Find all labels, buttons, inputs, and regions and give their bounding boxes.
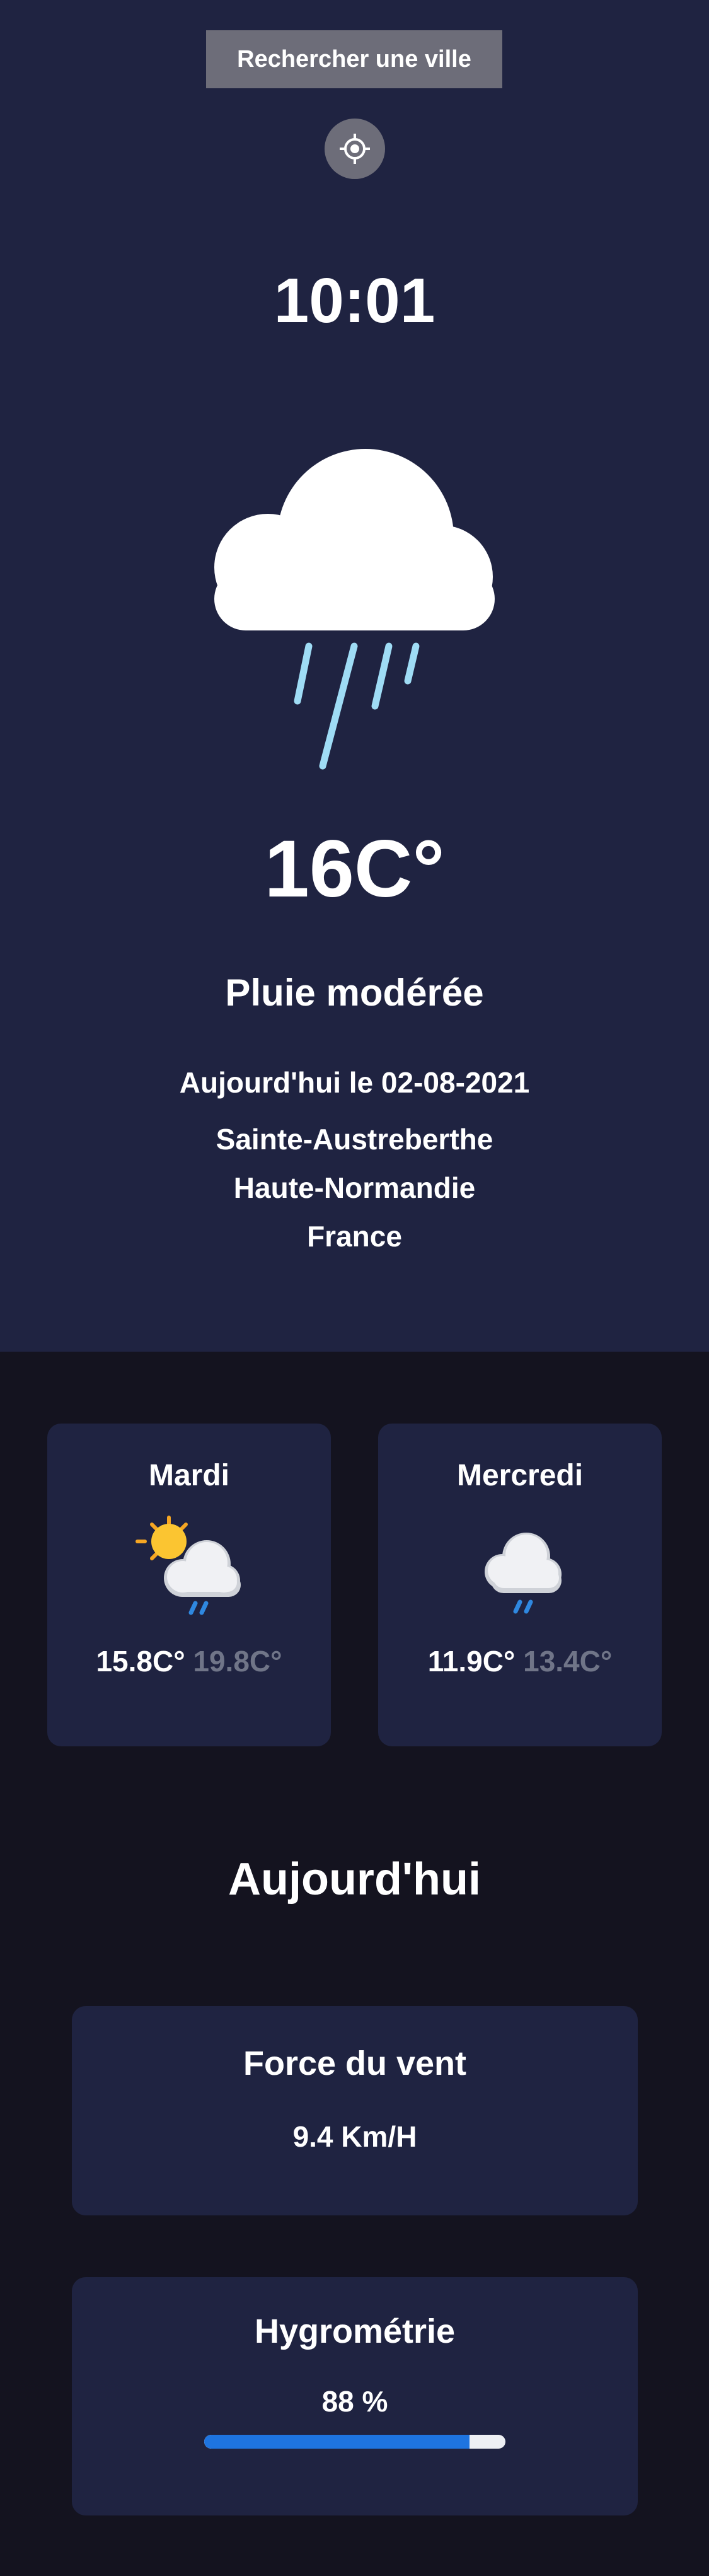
forecast-max-temp: 13.4C° [523, 1645, 613, 1678]
forecast-card-day-1: Mardi 15.8C° 19.8C° [47, 1424, 331, 1746]
today-section-title: Aujourd'hui [228, 1854, 481, 1905]
wind-value: 9.4 Km/H [292, 2120, 417, 2153]
rain-cloud-icon [214, 449, 495, 770]
location-city: Sainte-Austreberthe [216, 1123, 493, 1156]
humidity-card: Hygrométrie 88 % [72, 2277, 638, 2515]
humidity-value: 88 % [321, 2385, 388, 2418]
search-city-button[interactable]: Rechercher une ville [206, 30, 502, 88]
humidity-progress-bar [204, 2435, 505, 2449]
forecast-min-temp: 15.8C° [96, 1645, 185, 1678]
forecast-min-temp: 11.9C° [427, 1645, 516, 1678]
weather-condition: Pluie modérée [225, 972, 484, 1014]
forecast-card-day-2: Mercredi 11.9C° 13.4C° [378, 1424, 662, 1746]
wind-card: Force du vent 9.4 Km/H [72, 2006, 638, 2215]
wind-label: Force du vent [243, 2045, 467, 2082]
locate-button[interactable] [325, 119, 385, 179]
forecast-max-temp: 19.8C° [193, 1645, 282, 1678]
location-country: France [307, 1220, 402, 1253]
forecast-day-label: Mercredi [456, 1459, 584, 1492]
crosshair-location-icon [340, 134, 370, 164]
current-date: Aujourd'hui le 02-08-2021 [179, 1066, 530, 1099]
humidity-progress-fill [204, 2435, 470, 2449]
forecast-day-label: Mardi [148, 1459, 229, 1492]
humidity-label: Hygrométrie [254, 2312, 456, 2350]
cloud-rain-icon [485, 1533, 562, 1614]
forecast-temps: 11.9C° 13.4C° [378, 1644, 662, 1678]
location-region: Haute-Normandie [233, 1171, 476, 1204]
sun-cloud-rain-icon [135, 1516, 241, 1615]
forecast-temps: 15.8C° 19.8C° [47, 1644, 331, 1678]
current-temperature: 16C° [264, 824, 445, 914]
current-weather-panel: Rechercher une ville 10:01 16C° Pluie mo… [0, 0, 709, 1352]
current-time: 10:01 [274, 265, 435, 336]
